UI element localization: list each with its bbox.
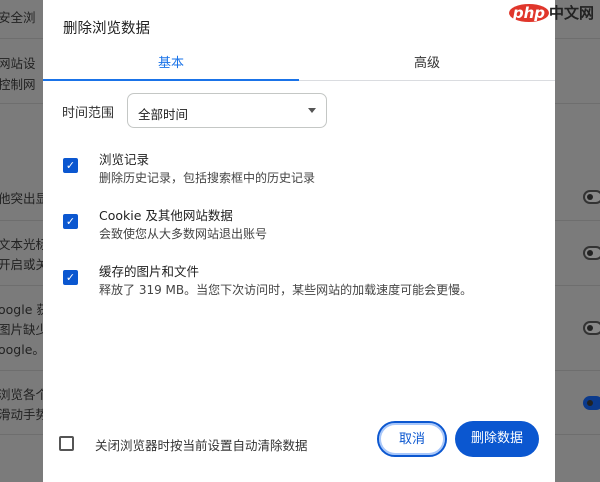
bg-text: 控制网 xyxy=(0,77,36,92)
cancel-button[interactable]: 取消 xyxy=(377,421,447,457)
bg-text: 浏览各个 xyxy=(0,387,49,402)
auto-clear-label: 关闭浏览器时按当前设置自动清除数据 xyxy=(95,438,308,453)
dialog-title: 删除浏览数据 xyxy=(63,21,150,37)
bg-text: 安全浏 xyxy=(0,10,36,25)
bg-text: 图片缺少 xyxy=(0,322,49,337)
option-subtitle: 会致使您从大多数网站退出账号 xyxy=(99,227,268,241)
toggle[interactable] xyxy=(583,190,600,204)
tab-advanced[interactable]: 高级 xyxy=(299,44,555,80)
checkbox-auto-clear[interactable] xyxy=(59,436,74,451)
toggle[interactable] xyxy=(583,246,600,260)
option-subtitle: 释放了 319 MB。当您下次访问时，某些网站的加载速度可能会更慢。 xyxy=(99,283,473,297)
time-range-value: 全部时间 xyxy=(138,107,189,122)
bg-text: 滑动手势 xyxy=(0,407,49,422)
time-range-select[interactable]: 全部时间 xyxy=(127,93,327,128)
bg-text: 他突出显 xyxy=(0,191,49,206)
option-title: Cookie 及其他网站数据 xyxy=(99,208,233,223)
toggle[interactable] xyxy=(583,396,600,410)
time-range-label: 时间范围 xyxy=(62,106,115,121)
option-title: 浏览记录 xyxy=(99,152,150,167)
delete-data-button[interactable]: 删除数据 xyxy=(455,421,539,457)
option-title: 缓存的图片和文件 xyxy=(99,264,200,279)
toggle[interactable] xyxy=(583,321,600,335)
dropdown-arrow-icon xyxy=(308,108,316,113)
bg-text: 开启或关 xyxy=(0,257,49,272)
option-subtitle: 删除历史记录，包括搜索框中的历史记录 xyxy=(99,171,316,185)
checkbox-cache[interactable]: ✓ xyxy=(63,270,78,285)
tab-basic[interactable]: 基本 xyxy=(43,44,299,81)
checkbox-cookies[interactable]: ✓ xyxy=(63,214,78,229)
tab-bar: 基本 高级 xyxy=(43,44,555,81)
checkbox-history[interactable]: ✓ xyxy=(63,158,78,173)
bg-text: 文本光标 xyxy=(0,237,49,252)
clear-browsing-data-dialog: 删除浏览数据 基本 高级 时间范围 全部时间 ✓ 浏览记录 删除历史记录，包括搜… xyxy=(43,0,555,482)
bg-text: 网站设 xyxy=(0,56,36,71)
bg-text: oogle。 xyxy=(0,342,45,357)
watermark-logo: php 中文网 xyxy=(508,2,594,23)
bg-text: oogle 获 xyxy=(0,302,49,317)
